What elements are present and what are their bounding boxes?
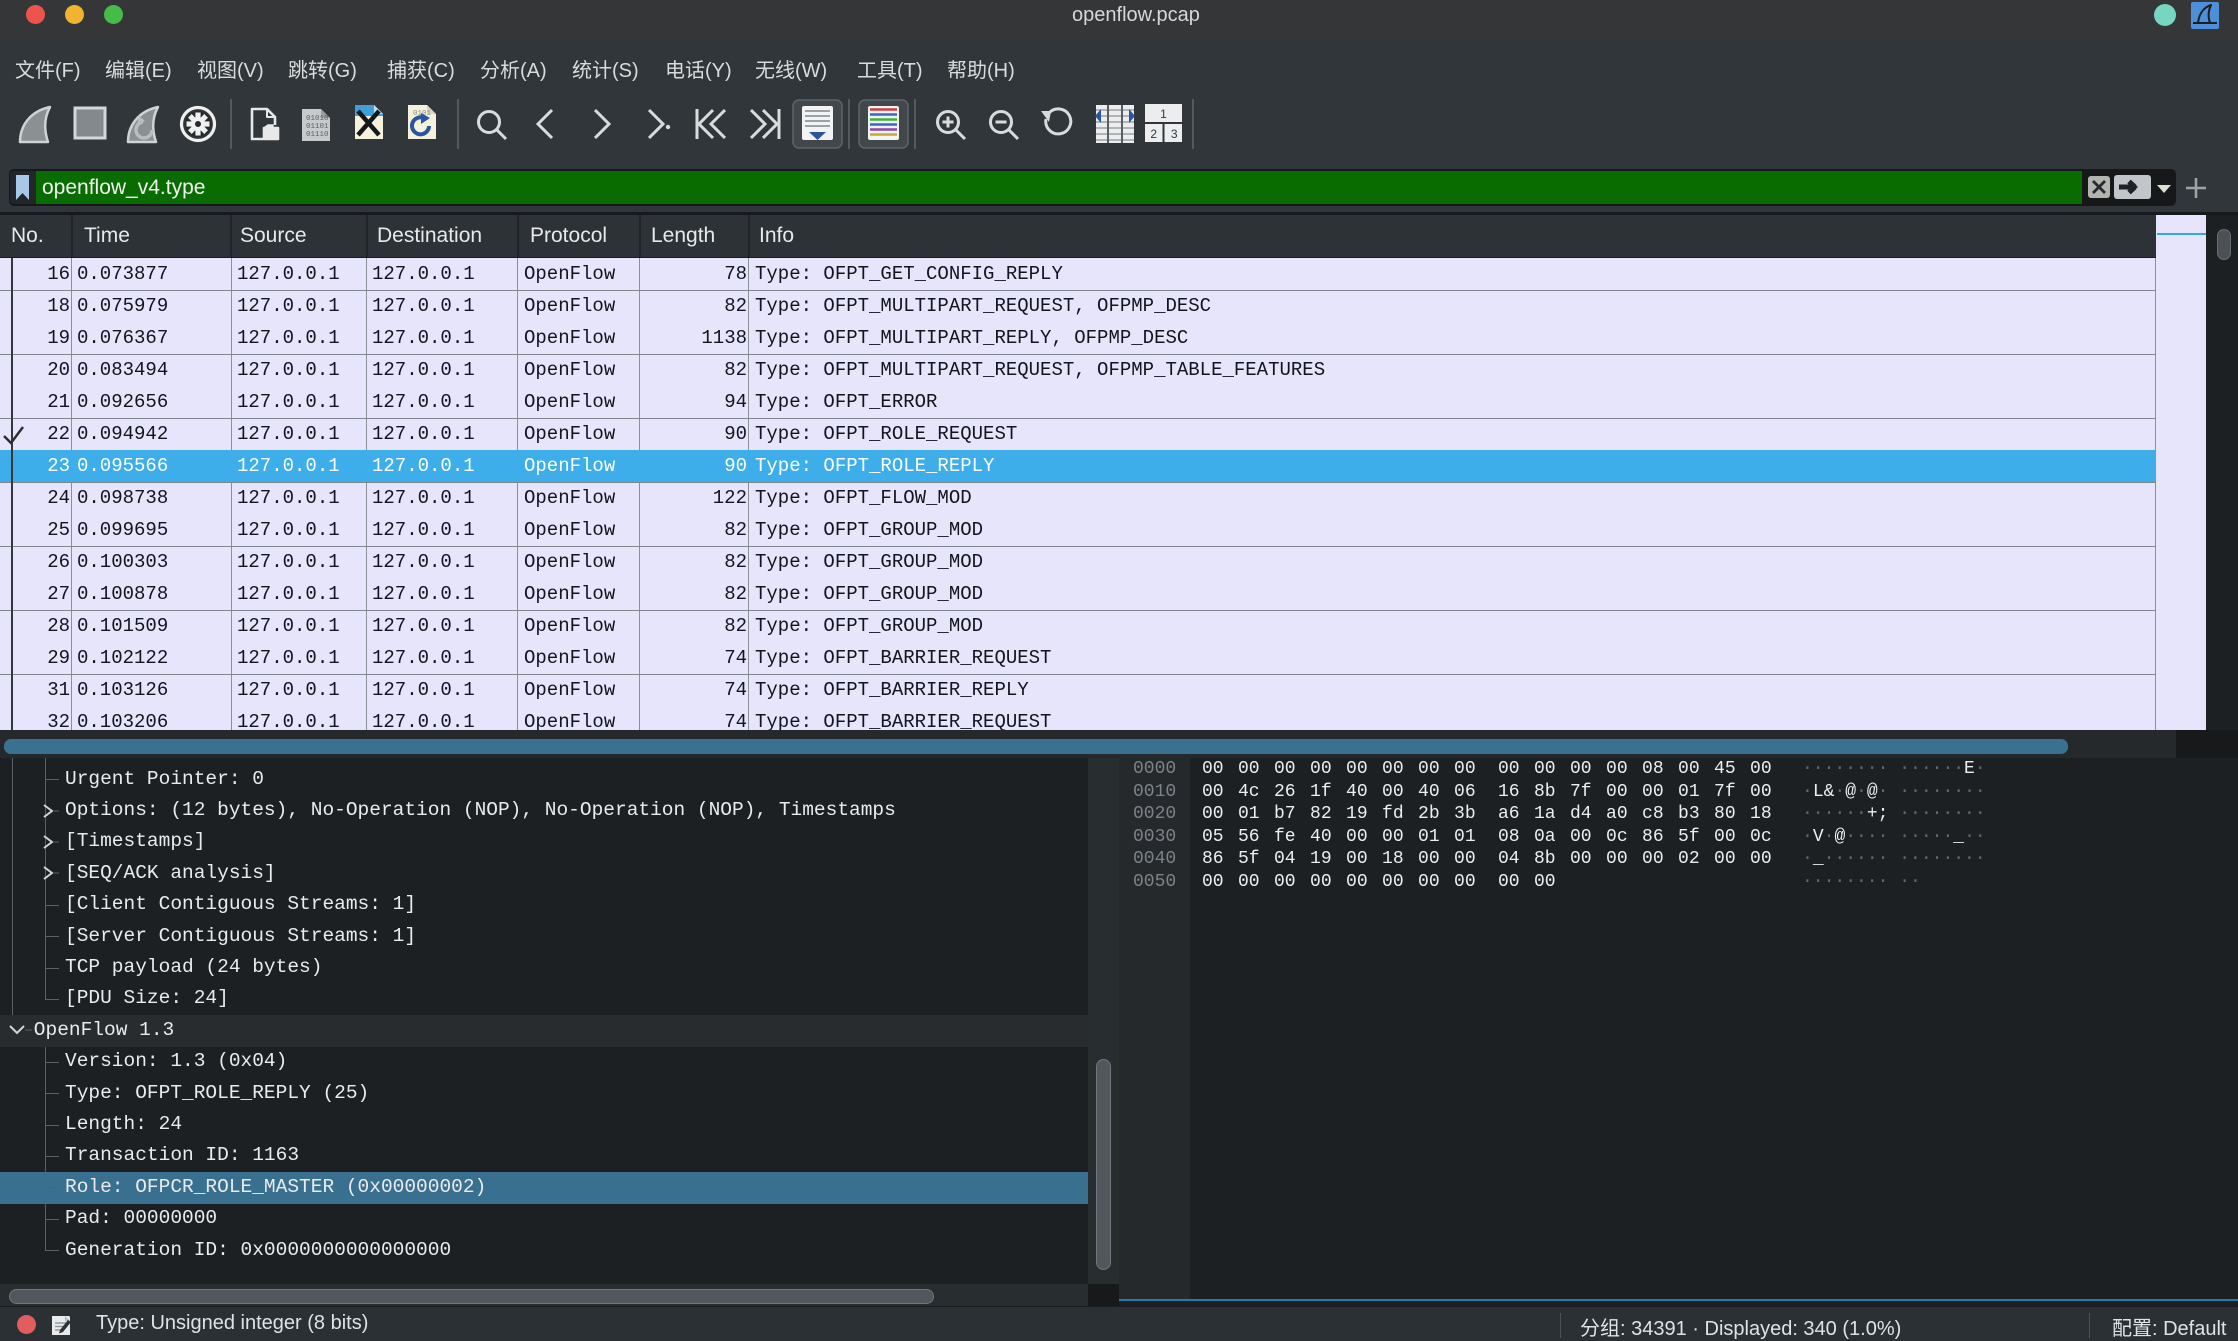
svg-text:3: 3 (1171, 127, 1178, 141)
svg-text:01010: 01010 (306, 115, 329, 123)
svg-text:01110: 01110 (306, 131, 329, 139)
svg-text:1: 1 (1160, 107, 1167, 121)
svg-text:01101: 01101 (306, 123, 329, 131)
svg-text:2: 2 (1150, 127, 1157, 141)
